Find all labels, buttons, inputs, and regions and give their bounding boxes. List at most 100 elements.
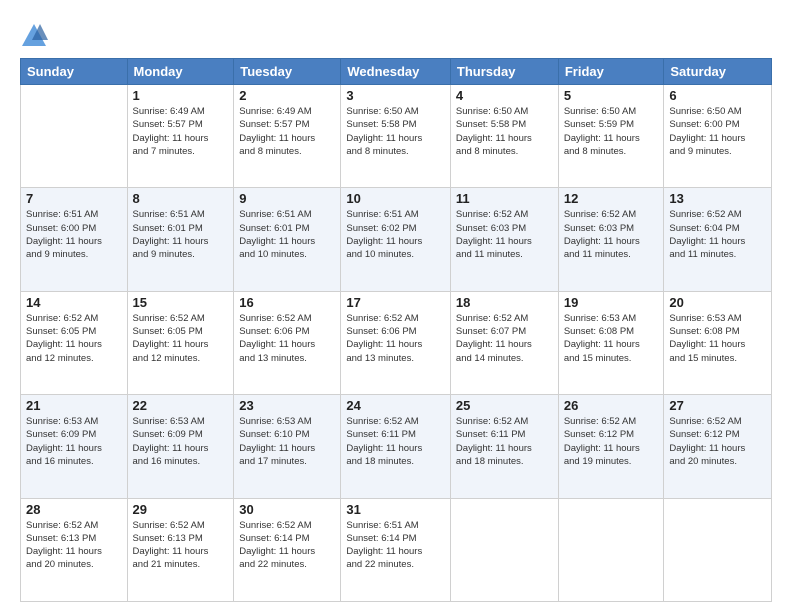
- day-number: 19: [564, 295, 659, 310]
- day-number: 9: [239, 191, 335, 206]
- day-number: 4: [456, 88, 553, 103]
- calendar-week-4: 21 Sunrise: 6:53 AM Sunset: 6:09 PM Dayli…: [21, 395, 772, 498]
- calendar-cell: 26 Sunrise: 6:52 AM Sunset: 6:12 PM Dayli…: [558, 395, 664, 498]
- day-number: 17: [346, 295, 445, 310]
- calendar-cell: 12 Sunrise: 6:52 AM Sunset: 6:03 PM Dayli…: [558, 188, 664, 291]
- day-number: 10: [346, 191, 445, 206]
- calendar-cell: 3Sunrise: 6:50 AM Sunset: 5:58 PM Daylig…: [341, 85, 451, 188]
- day-number: 1: [133, 88, 229, 103]
- calendar-cell: 15 Sunrise: 6:52 AM Sunset: 6:05 PM Dayli…: [127, 291, 234, 394]
- calendar-cell: 29Sunrise: 6:52 AM Sunset: 6:13 PM Dayli…: [127, 498, 234, 601]
- calendar-week-5: 28Sunrise: 6:52 AM Sunset: 6:13 PM Dayli…: [21, 498, 772, 601]
- day-info: Sunrise: 6:50 AM Sunset: 5:58 PM Dayligh…: [346, 105, 445, 158]
- calendar-cell: [21, 85, 128, 188]
- day-info: Sunrise: 6:52 AM Sunset: 6:07 PM Dayligh…: [456, 312, 553, 365]
- day-number: 22: [133, 398, 229, 413]
- day-info: Sunrise: 6:52 AM Sunset: 6:06 PM Dayligh…: [346, 312, 445, 365]
- page: SundayMondayTuesdayWednesdayThursdayFrid…: [0, 0, 792, 612]
- day-info: Sunrise: 6:52 AM Sunset: 6:13 PM Dayligh…: [133, 519, 229, 572]
- day-info: Sunrise: 6:51 AM Sunset: 6:02 PM Dayligh…: [346, 208, 445, 261]
- day-number: 6: [669, 88, 766, 103]
- day-info: Sunrise: 6:52 AM Sunset: 6:06 PM Dayligh…: [239, 312, 335, 365]
- day-info: Sunrise: 6:52 AM Sunset: 6:11 PM Dayligh…: [456, 415, 553, 468]
- calendar-cell: 18 Sunrise: 6:52 AM Sunset: 6:07 PM Dayli…: [450, 291, 558, 394]
- calendar-cell: 11Sunrise: 6:52 AM Sunset: 6:03 PM Dayli…: [450, 188, 558, 291]
- day-info: Sunrise: 6:49 AM Sunset: 5:57 PM Dayligh…: [239, 105, 335, 158]
- day-info: Sunrise: 6:51 AM Sunset: 6:01 PM Dayligh…: [239, 208, 335, 261]
- calendar-cell: 24 Sunrise: 6:52 AM Sunset: 6:11 PM Dayli…: [341, 395, 451, 498]
- day-info: Sunrise: 6:53 AM Sunset: 6:09 PM Dayligh…: [133, 415, 229, 468]
- calendar-cell: 16Sunrise: 6:52 AM Sunset: 6:06 PM Dayli…: [234, 291, 341, 394]
- day-number: 15: [133, 295, 229, 310]
- calendar-cell: 30 Sunrise: 6:52 AM Sunset: 6:14 PM Dayli…: [234, 498, 341, 601]
- calendar-header-sunday: Sunday: [21, 59, 128, 85]
- calendar-cell: 17 Sunrise: 6:52 AM Sunset: 6:06 PM Dayli…: [341, 291, 451, 394]
- day-info: Sunrise: 6:52 AM Sunset: 6:04 PM Dayligh…: [669, 208, 766, 261]
- calendar-cell: 6 Sunrise: 6:50 AM Sunset: 6:00 PM Daylig…: [664, 85, 772, 188]
- day-number: 23: [239, 398, 335, 413]
- day-number: 31: [346, 502, 445, 517]
- day-info: Sunrise: 6:53 AM Sunset: 6:10 PM Dayligh…: [239, 415, 335, 468]
- day-info: Sunrise: 6:50 AM Sunset: 5:58 PM Dayligh…: [456, 105, 553, 158]
- calendar-header-wednesday: Wednesday: [341, 59, 451, 85]
- day-info: Sunrise: 6:53 AM Sunset: 6:08 PM Dayligh…: [669, 312, 766, 365]
- day-number: 11: [456, 191, 553, 206]
- calendar-week-3: 14 Sunrise: 6:52 AM Sunset: 6:05 PM Dayli…: [21, 291, 772, 394]
- day-number: 8: [133, 191, 229, 206]
- day-info: Sunrise: 6:52 AM Sunset: 6:12 PM Dayligh…: [564, 415, 659, 468]
- calendar-cell: 28Sunrise: 6:52 AM Sunset: 6:13 PM Dayli…: [21, 498, 128, 601]
- calendar-cell: 27Sunrise: 6:52 AM Sunset: 6:12 PM Dayli…: [664, 395, 772, 498]
- day-number: 26: [564, 398, 659, 413]
- calendar-cell: 5 Sunrise: 6:50 AM Sunset: 5:59 PM Daylig…: [558, 85, 664, 188]
- calendar-cell: 25Sunrise: 6:52 AM Sunset: 6:11 PM Dayli…: [450, 395, 558, 498]
- day-info: Sunrise: 6:50 AM Sunset: 6:00 PM Dayligh…: [669, 105, 766, 158]
- day-number: 14: [26, 295, 122, 310]
- day-number: 7: [26, 191, 122, 206]
- calendar-cell: [664, 498, 772, 601]
- day-number: 18: [456, 295, 553, 310]
- calendar-cell: 13 Sunrise: 6:52 AM Sunset: 6:04 PM Dayli…: [664, 188, 772, 291]
- day-info: Sunrise: 6:52 AM Sunset: 6:13 PM Dayligh…: [26, 519, 122, 572]
- calendar-header-monday: Monday: [127, 59, 234, 85]
- calendar-cell: 7 Sunrise: 6:51 AM Sunset: 6:00 PM Daylig…: [21, 188, 128, 291]
- day-number: 12: [564, 191, 659, 206]
- calendar-table: SundayMondayTuesdayWednesdayThursdayFrid…: [20, 58, 772, 602]
- day-info: Sunrise: 6:51 AM Sunset: 6:01 PM Dayligh…: [133, 208, 229, 261]
- day-number: 24: [346, 398, 445, 413]
- day-info: Sunrise: 6:52 AM Sunset: 6:03 PM Dayligh…: [564, 208, 659, 261]
- calendar-cell: 10 Sunrise: 6:51 AM Sunset: 6:02 PM Dayli…: [341, 188, 451, 291]
- calendar-cell: 8 Sunrise: 6:51 AM Sunset: 6:01 PM Daylig…: [127, 188, 234, 291]
- day-number: 21: [26, 398, 122, 413]
- day-number: 5: [564, 88, 659, 103]
- calendar-header-row: SundayMondayTuesdayWednesdayThursdayFrid…: [21, 59, 772, 85]
- logo-icon: [20, 22, 48, 50]
- header: [20, 18, 772, 50]
- calendar-week-1: 1 Sunrise: 6:49 AM Sunset: 5:57 PM Daylig…: [21, 85, 772, 188]
- day-number: 27: [669, 398, 766, 413]
- day-info: Sunrise: 6:52 AM Sunset: 6:05 PM Dayligh…: [133, 312, 229, 365]
- day-info: Sunrise: 6:51 AM Sunset: 6:14 PM Dayligh…: [346, 519, 445, 572]
- day-number: 13: [669, 191, 766, 206]
- day-info: Sunrise: 6:53 AM Sunset: 6:09 PM Dayligh…: [26, 415, 122, 468]
- day-info: Sunrise: 6:52 AM Sunset: 6:11 PM Dayligh…: [346, 415, 445, 468]
- calendar-cell: 9 Sunrise: 6:51 AM Sunset: 6:01 PM Daylig…: [234, 188, 341, 291]
- calendar-cell: 19Sunrise: 6:53 AM Sunset: 6:08 PM Dayli…: [558, 291, 664, 394]
- calendar-cell: 22 Sunrise: 6:53 AM Sunset: 6:09 PM Dayli…: [127, 395, 234, 498]
- day-info: Sunrise: 6:51 AM Sunset: 6:00 PM Dayligh…: [26, 208, 122, 261]
- logo: [20, 22, 52, 50]
- day-number: 20: [669, 295, 766, 310]
- day-number: 2: [239, 88, 335, 103]
- calendar-cell: 4 Sunrise: 6:50 AM Sunset: 5:58 PM Daylig…: [450, 85, 558, 188]
- calendar-cell: 20 Sunrise: 6:53 AM Sunset: 6:08 PM Dayli…: [664, 291, 772, 394]
- day-info: Sunrise: 6:49 AM Sunset: 5:57 PM Dayligh…: [133, 105, 229, 158]
- day-info: Sunrise: 6:50 AM Sunset: 5:59 PM Dayligh…: [564, 105, 659, 158]
- calendar-cell: 23 Sunrise: 6:53 AM Sunset: 6:10 PM Dayli…: [234, 395, 341, 498]
- calendar-cell: [558, 498, 664, 601]
- day-info: Sunrise: 6:52 AM Sunset: 6:14 PM Dayligh…: [239, 519, 335, 572]
- calendar-header-tuesday: Tuesday: [234, 59, 341, 85]
- calendar-cell: 2 Sunrise: 6:49 AM Sunset: 5:57 PM Daylig…: [234, 85, 341, 188]
- day-info: Sunrise: 6:52 AM Sunset: 6:05 PM Dayligh…: [26, 312, 122, 365]
- calendar-header-saturday: Saturday: [664, 59, 772, 85]
- day-number: 30: [239, 502, 335, 517]
- calendar-cell: 21 Sunrise: 6:53 AM Sunset: 6:09 PM Dayli…: [21, 395, 128, 498]
